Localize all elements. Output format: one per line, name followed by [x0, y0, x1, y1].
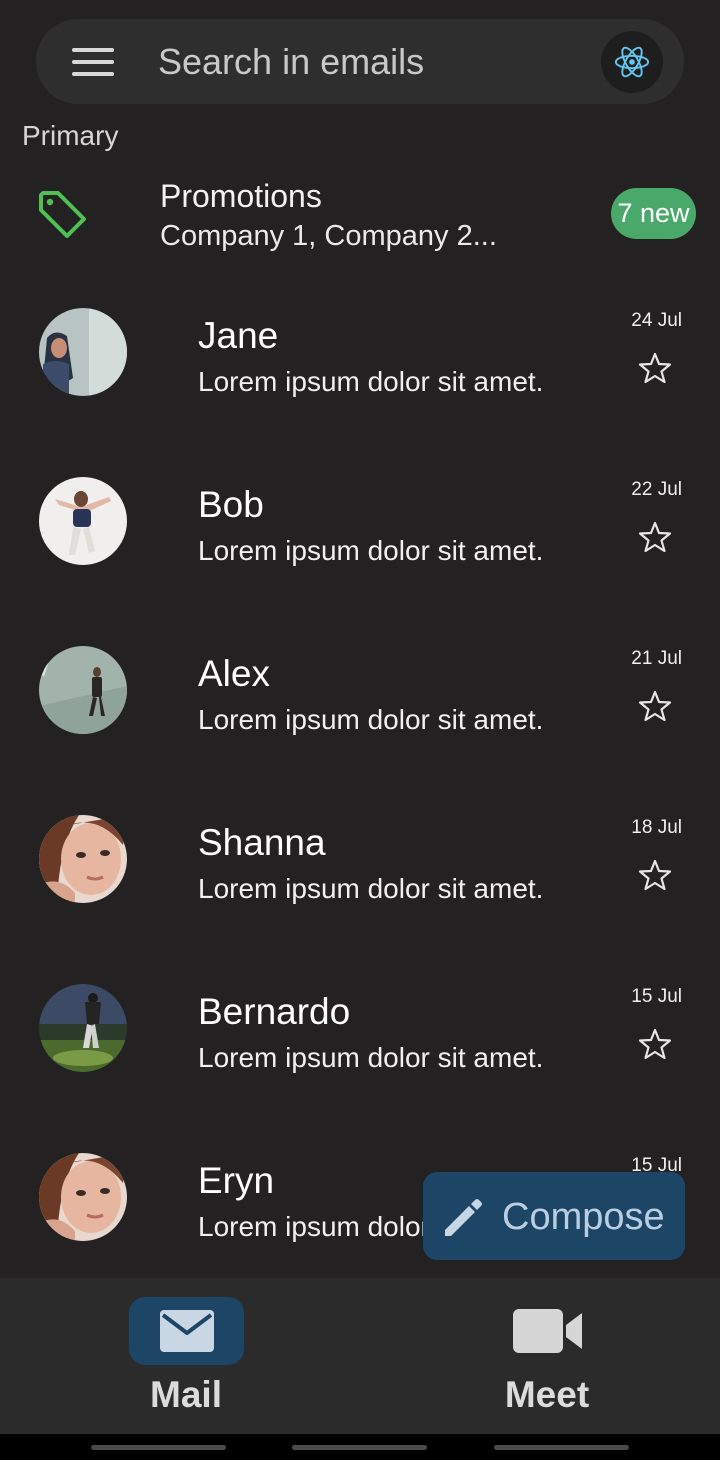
nav-item-mail[interactable]: Mail [86, 1278, 286, 1434]
email-preview: Lorem ipsum dolor sit amet. [198, 535, 544, 566]
email-preview: Lorem ipsum dolor sit amet. [198, 873, 544, 904]
email-preview: Lorem ipsum dolor sit amet. [198, 366, 544, 397]
avatar [39, 308, 127, 396]
section-label-primary: Primary [22, 120, 119, 151]
star-icon[interactable] [638, 520, 672, 554]
mail-icon [159, 1310, 214, 1352]
menu-icon[interactable] [72, 46, 114, 78]
email-preview: Lorem ipsum dolor sit amet. [198, 1042, 544, 1073]
search-input[interactable] [158, 39, 578, 85]
new-count-badge: 7 new [611, 188, 696, 239]
bottom-navigation: Mail Meet [0, 1278, 720, 1434]
pencil-icon [445, 1199, 482, 1236]
nav-item-meet[interactable]: Meet [447, 1278, 647, 1434]
email-preview: Lorem ipsum dolor sit amet. [198, 704, 544, 735]
email-row[interactable]: Bob Lorem ipsum dolor sit amet. 22 Jul [0, 457, 720, 626]
sender-name: Eryn [198, 1160, 275, 1201]
avatar [39, 815, 127, 903]
email-date: 24 Jul [631, 310, 682, 331]
email-row[interactable]: Alex Lorem ipsum dolor sit amet. 21 Jul [0, 626, 720, 795]
email-date: 15 Jul [631, 986, 682, 1007]
avatar [39, 646, 127, 734]
email-date: 21 Jul [631, 648, 682, 669]
mail-app: Primary Promotions Company 1, Company 2.… [0, 0, 720, 1460]
star-icon[interactable] [638, 858, 672, 892]
react-atom-icon [614, 46, 650, 78]
email-row[interactable]: Shanna Lorem ipsum dolor sit amet. 18 Ju… [0, 795, 720, 964]
account-avatar-button[interactable] [601, 31, 663, 93]
email-date: 22 Jul [631, 479, 682, 500]
email-date: 18 Jul [631, 817, 682, 838]
system-nav-handle[interactable] [91, 1445, 226, 1450]
star-icon[interactable] [638, 689, 672, 723]
nav-active-indicator [129, 1297, 244, 1365]
star-icon[interactable] [638, 351, 672, 385]
avatar [39, 984, 127, 1072]
sender-name: Alex [198, 653, 270, 694]
video-camera-icon [512, 1309, 582, 1353]
system-navigation-bar [0, 1434, 720, 1460]
system-nav-handle[interactable] [494, 1445, 629, 1450]
search-bar [36, 19, 684, 104]
nav-label-meet: Meet [504, 1374, 590, 1415]
nav-label-mail: Mail [150, 1374, 222, 1415]
sender-name: Bernardo [198, 991, 351, 1032]
sender-name: Jane [198, 315, 279, 356]
system-nav-handle[interactable] [292, 1445, 427, 1450]
avatar [39, 477, 127, 565]
sender-name: Bob [198, 484, 264, 525]
avatar [39, 1153, 127, 1241]
tag-icon [39, 191, 86, 238]
promotions-title: Promotions [160, 178, 322, 214]
email-row[interactable]: Bernardo Lorem ipsum dolor sit amet. 15 … [0, 964, 720, 1133]
star-icon[interactable] [638, 1027, 672, 1061]
promotions-subtitle: Company 1, Company 2... [160, 220, 497, 252]
compose-label: Compose [502, 1196, 665, 1238]
compose-button[interactable]: Compose [423, 1172, 685, 1260]
sender-name: Shanna [198, 822, 326, 863]
email-row[interactable]: Jane Lorem ipsum dolor sit amet. 24 Jul [0, 288, 720, 457]
nav-icon-wrap [490, 1297, 605, 1365]
promotions-row[interactable]: Promotions Company 1, Company 2... 7 new [0, 170, 720, 270]
